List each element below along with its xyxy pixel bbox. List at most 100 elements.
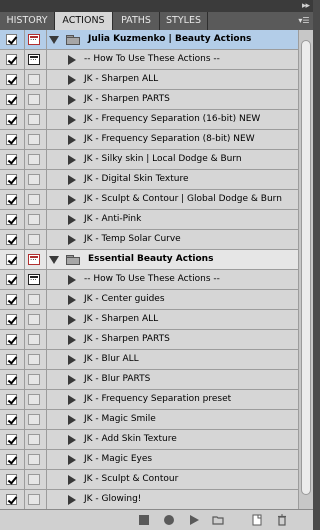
record-icon[interactable] bbox=[163, 514, 175, 526]
toggle-dialog-box[interactable] bbox=[24, 490, 47, 509]
collapse-triangle-icon[interactable] bbox=[68, 355, 76, 365]
action-set-row[interactable]: Julia Kuzmenko | Beauty Actions bbox=[0, 30, 298, 50]
action-row[interactable]: JK - Add Skin Texture bbox=[0, 430, 298, 450]
action-row[interactable]: -- How To Use These Actions -- bbox=[0, 50, 298, 70]
toggle-dialog-box[interactable] bbox=[24, 30, 47, 49]
action-row[interactable]: JK - Sharpen ALL bbox=[0, 310, 298, 330]
toggle-item-checkbox[interactable] bbox=[0, 450, 25, 469]
toggle-item-checkbox[interactable] bbox=[0, 290, 25, 309]
toggle-item-checkbox[interactable] bbox=[0, 270, 25, 289]
toggle-item-checkbox[interactable] bbox=[0, 470, 25, 489]
toggle-item-checkbox[interactable] bbox=[0, 50, 25, 69]
collapse-triangle-icon[interactable] bbox=[68, 55, 76, 65]
toggle-dialog-box[interactable] bbox=[24, 390, 47, 409]
tab-styles[interactable]: STYLES bbox=[160, 12, 208, 30]
collapse-triangle-icon[interactable] bbox=[68, 235, 76, 245]
toggle-item-checkbox[interactable] bbox=[0, 370, 25, 389]
toggle-dialog-box[interactable] bbox=[24, 110, 47, 129]
toggle-item-checkbox[interactable] bbox=[0, 430, 25, 449]
collapse-triangle-icon[interactable] bbox=[68, 135, 76, 145]
action-row[interactable]: JK - Center guides bbox=[0, 290, 298, 310]
toggle-item-checkbox[interactable] bbox=[0, 150, 25, 169]
collapse-triangle-icon[interactable] bbox=[68, 415, 76, 425]
toggle-dialog-box[interactable] bbox=[24, 250, 47, 269]
action-row[interactable]: JK - Sharpen PARTS bbox=[0, 90, 298, 110]
tab-history[interactable]: HISTORY bbox=[0, 12, 55, 30]
toggle-item-checkbox[interactable] bbox=[0, 210, 25, 229]
collapse-triangle-icon[interactable] bbox=[68, 335, 76, 345]
collapse-triangle-icon[interactable] bbox=[68, 475, 76, 485]
collapse-triangle-icon[interactable] bbox=[68, 455, 76, 465]
collapse-triangle-icon[interactable] bbox=[68, 75, 76, 85]
double-chevron-right-icon[interactable]: ▸▸ bbox=[302, 1, 310, 11]
collapse-triangle-icon[interactable] bbox=[68, 215, 76, 225]
toggle-dialog-box[interactable] bbox=[24, 210, 47, 229]
action-row[interactable]: JK - Magic Eyes bbox=[0, 450, 298, 470]
collapse-triangle-icon[interactable] bbox=[68, 175, 76, 185]
toggle-dialog-box[interactable] bbox=[24, 310, 47, 329]
toggle-item-checkbox[interactable] bbox=[0, 190, 25, 209]
tab-paths[interactable]: PATHS bbox=[113, 12, 160, 30]
action-row[interactable]: JK - Temp Solar Curve bbox=[0, 230, 298, 250]
collapse-triangle-icon[interactable] bbox=[68, 195, 76, 205]
toggle-item-checkbox[interactable] bbox=[0, 350, 25, 369]
toggle-item-checkbox[interactable] bbox=[0, 110, 25, 129]
toggle-dialog-box[interactable] bbox=[24, 410, 47, 429]
collapse-triangle-icon[interactable] bbox=[68, 295, 76, 305]
toggle-dialog-box[interactable] bbox=[24, 370, 47, 389]
toggle-dialog-box[interactable] bbox=[24, 290, 47, 309]
toggle-item-checkbox[interactable] bbox=[0, 130, 25, 149]
collapse-triangle-icon[interactable] bbox=[68, 115, 76, 125]
action-row[interactable]: -- How To Use These Actions -- bbox=[0, 270, 298, 290]
tab-actions[interactable]: ACTIONS bbox=[55, 12, 113, 31]
toggle-dialog-box[interactable] bbox=[24, 190, 47, 209]
action-row[interactable]: JK - Frequency Separation preset bbox=[0, 390, 298, 410]
action-row[interactable]: JK - Blur PARTS bbox=[0, 370, 298, 390]
action-row[interactable]: JK - Digital Skin Texture bbox=[0, 170, 298, 190]
toggle-item-checkbox[interactable] bbox=[0, 30, 25, 49]
toggle-dialog-box[interactable] bbox=[24, 430, 47, 449]
collapse-triangle-icon[interactable] bbox=[68, 155, 76, 165]
expand-triangle-icon[interactable] bbox=[49, 256, 59, 264]
toggle-item-checkbox[interactable] bbox=[0, 330, 25, 349]
action-row[interactable]: JK - Frequency Separation (8-bit) NEW bbox=[0, 130, 298, 150]
toggle-dialog-box[interactable] bbox=[24, 130, 47, 149]
toggle-dialog-box[interactable] bbox=[24, 90, 47, 109]
action-row[interactable]: JK - Frequency Separation (16-bit) NEW bbox=[0, 110, 298, 130]
action-row[interactable]: JK - Silky skin | Local Dodge & Burn bbox=[0, 150, 298, 170]
toggle-dialog-box[interactable] bbox=[24, 270, 47, 289]
expand-triangle-icon[interactable] bbox=[49, 36, 59, 44]
toggle-item-checkbox[interactable] bbox=[0, 70, 25, 89]
toggle-dialog-box[interactable] bbox=[24, 70, 47, 89]
play-selection-icon[interactable] bbox=[188, 514, 200, 526]
toggle-dialog-box[interactable] bbox=[24, 450, 47, 469]
toggle-item-checkbox[interactable] bbox=[0, 250, 25, 269]
vertical-scrollbar[interactable] bbox=[298, 30, 313, 509]
action-row[interactable]: JK - Sculpt & Contour | Global Dodge & B… bbox=[0, 190, 298, 210]
action-row[interactable]: JK - Magic Smile bbox=[0, 410, 298, 430]
new-set-folder-icon[interactable] bbox=[212, 514, 224, 526]
toggle-dialog-box[interactable] bbox=[24, 470, 47, 489]
collapse-triangle-icon[interactable] bbox=[68, 395, 76, 405]
toggle-dialog-box[interactable] bbox=[24, 150, 47, 169]
action-set-row[interactable]: Essential Beauty Actions bbox=[0, 250, 298, 270]
action-row[interactable]: JK - Sharpen ALL bbox=[0, 70, 298, 90]
toggle-dialog-box[interactable] bbox=[24, 50, 47, 69]
collapse-triangle-icon[interactable] bbox=[68, 435, 76, 445]
toggle-dialog-box[interactable] bbox=[24, 350, 47, 369]
toggle-item-checkbox[interactable] bbox=[0, 490, 25, 509]
toggle-item-checkbox[interactable] bbox=[0, 390, 25, 409]
toggle-item-checkbox[interactable] bbox=[0, 90, 25, 109]
toggle-item-checkbox[interactable] bbox=[0, 170, 25, 189]
toggle-item-checkbox[interactable] bbox=[0, 410, 25, 429]
action-row[interactable]: JK - Glowing! bbox=[0, 490, 298, 509]
action-row[interactable]: JK - Sculpt & Contour bbox=[0, 470, 298, 490]
action-row[interactable]: JK - Anti-Pink bbox=[0, 210, 298, 230]
collapse-triangle-icon[interactable] bbox=[68, 375, 76, 385]
action-row[interactable]: JK - Blur ALL bbox=[0, 350, 298, 370]
toggle-dialog-box[interactable] bbox=[24, 330, 47, 349]
toggle-item-checkbox[interactable] bbox=[0, 310, 25, 329]
scrollbar-thumb[interactable] bbox=[301, 40, 311, 495]
toggle-dialog-box[interactable] bbox=[24, 230, 47, 249]
collapse-triangle-icon[interactable] bbox=[68, 275, 76, 285]
